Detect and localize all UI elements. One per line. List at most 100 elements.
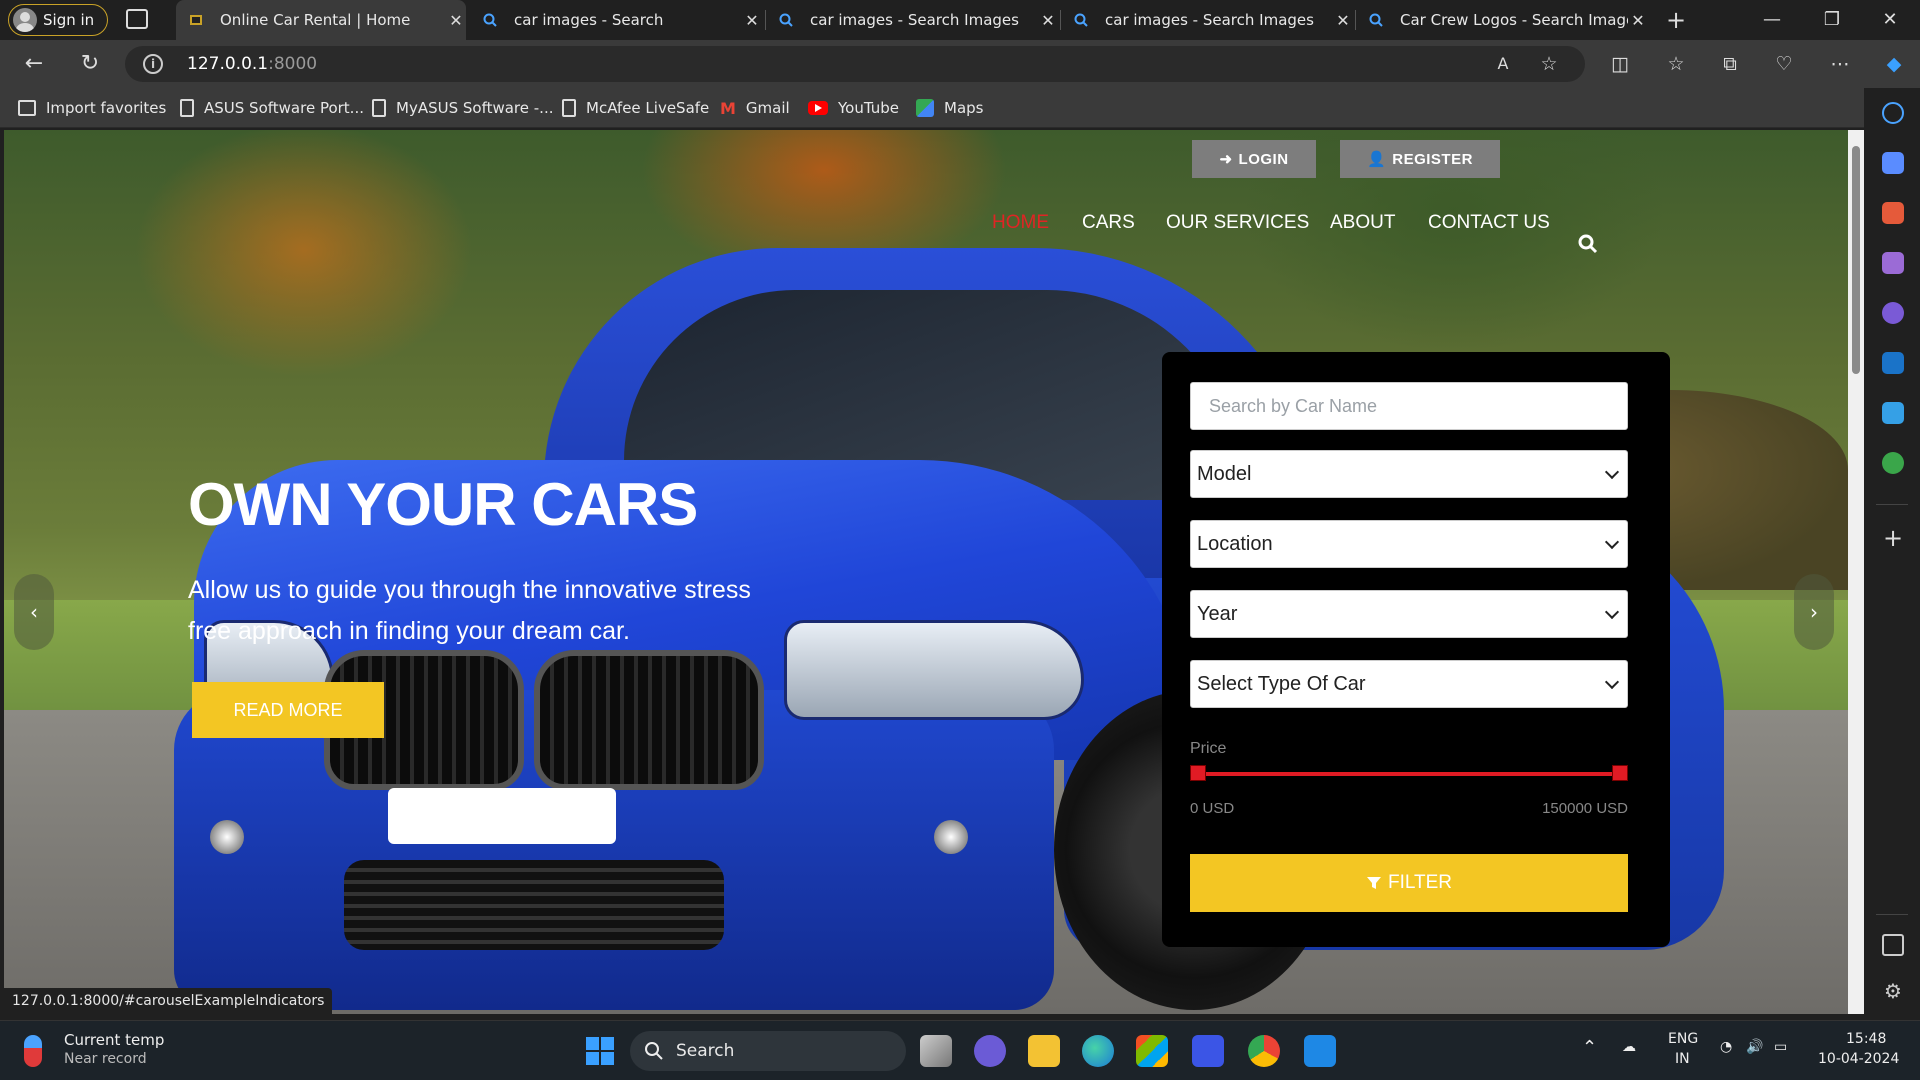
mathway-icon[interactable]	[1192, 1035, 1224, 1067]
tab-car-images-search[interactable]: car images - Search ✕	[470, 0, 762, 40]
microsoft-store-icon[interactable]	[1136, 1035, 1168, 1067]
price-max-handle[interactable]	[1612, 765, 1628, 781]
car-name-search-input[interactable]: Search by Car Name	[1190, 382, 1628, 430]
collections-icon[interactable]: ⧉	[1718, 52, 1742, 76]
weather-title[interactable]: Current temp	[64, 1031, 164, 1049]
read-aloud-icon[interactable]: A	[1491, 52, 1515, 76]
new-tab-icon[interactable]: +	[1648, 0, 1704, 40]
tab-car-crew-logos[interactable]: Car Crew Logos - Search Images ✕	[1356, 0, 1648, 40]
register-button[interactable]: 👤 REGISTER	[1340, 140, 1500, 178]
add-icon[interactable]: +	[1882, 526, 1904, 550]
favorite-mcafee[interactable]: McAfee LiveSafe	[562, 88, 709, 128]
hide-sidebar-icon[interactable]	[1882, 934, 1904, 956]
search-icon[interactable]	[1578, 234, 1598, 254]
year-select[interactable]: Year	[1190, 590, 1628, 638]
location-select[interactable]: Location	[1190, 520, 1628, 568]
outlook-icon[interactable]	[1882, 352, 1904, 374]
page-scrollbar[interactable]	[1848, 130, 1864, 1014]
url-text[interactable]: 127.0.0.1:8000	[187, 54, 317, 74]
close-tab-icon[interactable]: ✕	[1333, 11, 1353, 30]
tab-car-images-search-images-2[interactable]: car images - Search Images ✕	[1061, 0, 1353, 40]
cloud-offline-icon[interactable]: ☁	[1622, 1039, 1636, 1055]
close-tab-icon[interactable]: ✕	[1628, 11, 1648, 30]
weather-subtitle[interactable]: Near record	[64, 1051, 147, 1067]
favorite-gmail[interactable]: M Gmail	[720, 88, 790, 128]
close-tab-icon[interactable]: ✕	[446, 11, 466, 30]
filter-button[interactable]: FILTER	[1190, 854, 1628, 912]
price-range-slider[interactable]	[1198, 772, 1618, 776]
taskbar-search-box[interactable]: Search	[630, 1031, 906, 1071]
task-view-icon[interactable]	[920, 1035, 952, 1067]
scrollbar-thumb[interactable]	[1852, 146, 1860, 374]
tab-title: Car Crew Logos - Search Images	[1400, 11, 1628, 29]
model-select[interactable]: Model	[1190, 450, 1628, 498]
hero-subtitle: Allow us to guide you through the innova…	[188, 576, 751, 645]
tab-actions-icon[interactable]	[126, 9, 148, 29]
nav-cars[interactable]: CARS	[1082, 212, 1135, 234]
nav-our-services[interactable]: OUR SERVICES	[1166, 212, 1309, 234]
games-icon[interactable]	[1882, 252, 1904, 274]
browser-essentials-icon[interactable]: ♡	[1772, 52, 1796, 76]
drop-icon[interactable]	[1882, 402, 1904, 424]
favorite-youtube[interactable]: YouTube	[808, 88, 899, 128]
close-tab-icon[interactable]: ✕	[1038, 11, 1058, 30]
address-bar[interactable]: i 127.0.0.1:8000 A ☆	[125, 46, 1585, 82]
car-type-select[interactable]: Select Type Of Car	[1190, 660, 1628, 708]
sign-in-icon: ➜	[1219, 151, 1233, 168]
favorite-maps[interactable]: Maps	[916, 88, 983, 128]
copilot-icon[interactable]: ◆	[1882, 52, 1906, 76]
tools-icon[interactable]	[1882, 202, 1904, 224]
edge-browser-icon[interactable]	[1082, 1035, 1114, 1067]
nav-contact-us[interactable]: CONTACT US	[1428, 212, 1550, 234]
login-button[interactable]: ➜ LOGIN	[1192, 140, 1316, 178]
favorite-import[interactable]: Import favorites	[18, 88, 166, 128]
tree-icon[interactable]	[1882, 452, 1904, 474]
price-min-handle[interactable]	[1190, 765, 1206, 781]
chevron-down-icon	[1604, 464, 1620, 480]
shopping-tag-icon[interactable]	[1882, 152, 1904, 174]
nav-home[interactable]: HOME	[992, 212, 1049, 234]
copilot-sidebar-icon[interactable]	[1882, 302, 1904, 324]
settings-gear-icon[interactable]: ⚙	[1882, 980, 1904, 1002]
chrome-icon[interactable]	[1248, 1035, 1280, 1067]
vscode-icon[interactable]	[1304, 1035, 1336, 1067]
car-filter-panel: Search by Car Name Model Location Year S…	[1162, 352, 1670, 947]
wifi-icon[interactable]: ◔	[1720, 1039, 1732, 1055]
favorites-icon[interactable]: ☆	[1664, 52, 1688, 76]
language-bottom[interactable]: IN	[1675, 1051, 1690, 1067]
nav-about[interactable]: ABOUT	[1330, 212, 1395, 234]
close-tab-icon[interactable]: ✕	[742, 11, 762, 30]
carousel-prev-button[interactable]: ‹	[14, 574, 54, 650]
refresh-icon[interactable]: ↻	[74, 48, 106, 80]
page-icon	[372, 99, 386, 117]
carousel-next-button[interactable]: ›	[1794, 574, 1834, 650]
split-screen-icon[interactable]: ◫	[1608, 52, 1632, 76]
read-more-button[interactable]: READ MORE	[192, 682, 384, 738]
volume-icon[interactable]: 🔊	[1746, 1039, 1763, 1055]
battery-icon[interactable]: ▭	[1774, 1039, 1787, 1055]
favorite-myasus[interactable]: MyASUS Software -...	[372, 88, 553, 128]
minimize-icon[interactable]: —	[1744, 0, 1800, 40]
tab-title: car images - Search Images	[810, 11, 1019, 29]
status-bar-url: 127.0.0.1:8000/#carouselExampleIndicator…	[4, 988, 333, 1014]
clock-time[interactable]: 15:48	[1846, 1031, 1886, 1047]
show-hidden-icons-icon[interactable]: ⌃	[1582, 1037, 1597, 1058]
favorite-asus-portal[interactable]: ASUS Software Port...	[180, 88, 364, 128]
chevron-down-icon	[1604, 604, 1620, 620]
language-top[interactable]: ENG	[1668, 1031, 1698, 1047]
more-options-icon[interactable]: ⋯	[1828, 52, 1852, 76]
profile-signin-button[interactable]: Sign in	[8, 4, 108, 36]
favorite-star-icon[interactable]: ☆	[1537, 52, 1561, 76]
back-arrow-icon[interactable]: ←	[18, 48, 50, 80]
tab-online-car-rental[interactable]: Online Car Rental | Home ✕	[176, 0, 466, 40]
clock-date[interactable]: 10-04-2024	[1818, 1051, 1899, 1067]
file-explorer-icon[interactable]	[1028, 1035, 1060, 1067]
restore-icon[interactable]: ❐	[1804, 0, 1860, 40]
search-icon[interactable]	[1882, 102, 1904, 124]
tab-car-images-search-images[interactable]: car images - Search Images ✕	[766, 0, 1058, 40]
windows-start-icon[interactable]	[584, 1035, 616, 1067]
teams-meet-icon[interactable]	[974, 1035, 1006, 1067]
page-icon	[562, 99, 576, 117]
close-window-icon[interactable]: ✕	[1862, 0, 1918, 40]
site-info-icon[interactable]: i	[143, 54, 163, 74]
